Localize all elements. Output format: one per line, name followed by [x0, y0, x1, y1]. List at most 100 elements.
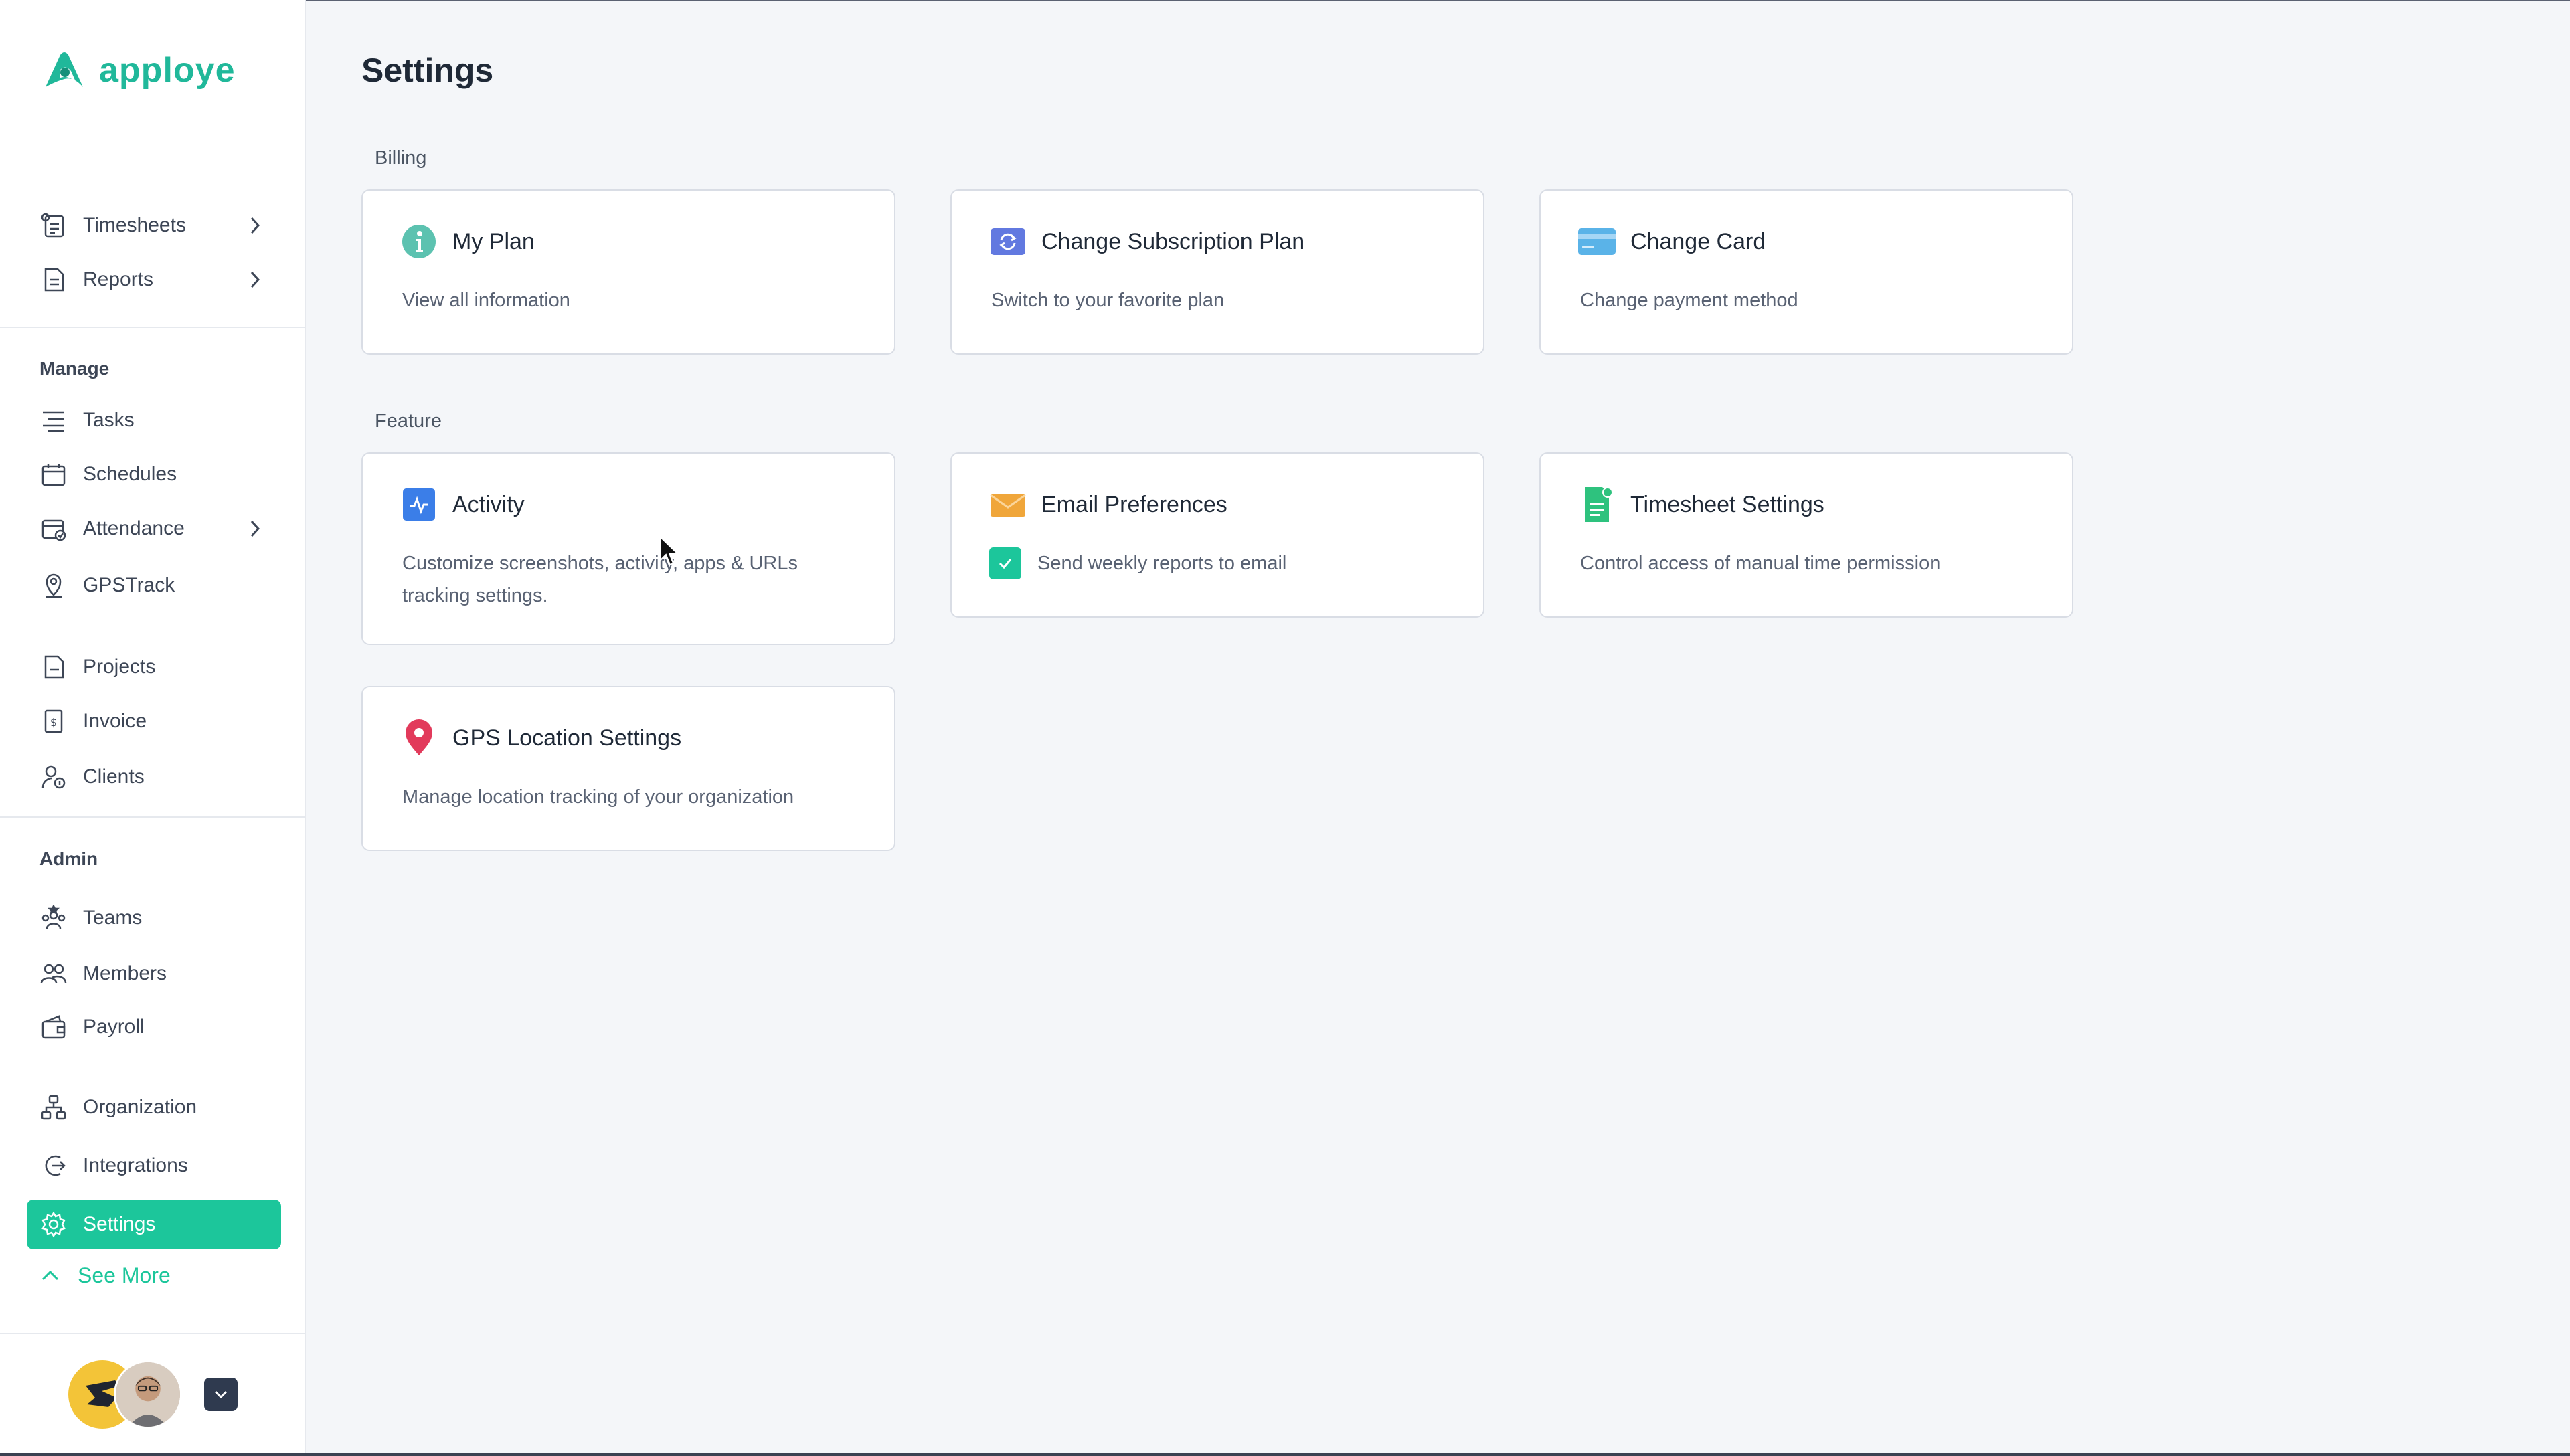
sidebar-item-label: Teams [83, 907, 143, 929]
see-more-link[interactable]: See More [39, 1263, 171, 1288]
card-description: Change payment method [1580, 290, 1798, 311]
location-pin-icon [400, 719, 438, 757]
sidebar-item-members[interactable]: Members [27, 949, 281, 998]
timesheet-doc-icon [1578, 486, 1616, 523]
user-avatar[interactable] [114, 1360, 182, 1429]
sidebar-item-gpstrack[interactable]: GPSTrack [27, 561, 281, 610]
workspace-dropdown-button[interactable] [204, 1378, 238, 1411]
mouse-cursor-icon [659, 535, 679, 566]
teams-icon [39, 903, 68, 933]
sidebar-footer-divider [0, 1333, 306, 1334]
window-bottom-border [0, 1453, 2570, 1456]
sidebar-item-payroll[interactable]: Payroll [27, 1002, 281, 1052]
sidebar-item-tasks[interactable]: Tasks [27, 395, 281, 445]
card-description: Switch to your favorite plan [991, 290, 1225, 311]
mail-icon [989, 486, 1027, 523]
card-description: View all information [402, 290, 570, 311]
sidebar-item-label: Attendance [83, 517, 185, 539]
card-title: Change Card [1630, 228, 1766, 254]
sidebar-item-teams[interactable]: Teams [27, 893, 281, 943]
refresh-icon [989, 223, 1027, 260]
section-label-admin: Admin [39, 848, 98, 869]
sidebar-item-schedules[interactable]: Schedules [27, 450, 281, 499]
activity-icon [400, 486, 438, 523]
sidebar-item-label: Settings [83, 1213, 156, 1235]
gps-pin-icon [39, 571, 68, 600]
sidebar-item-label: Timesheets [83, 214, 186, 236]
sidebar: apploye Timesheets Reports Manage Tasks … [0, 0, 306, 1456]
sidebar-item-label: Invoice [83, 710, 147, 732]
sidebar-item-settings[interactable]: Settings [27, 1200, 281, 1249]
calendar-icon [39, 460, 68, 489]
wallet-icon [39, 1012, 68, 1042]
checkmark-icon [999, 559, 1012, 569]
section-label-manage: Manage [39, 358, 110, 379]
group-label-billing: Billing [375, 147, 427, 169]
organization-icon [39, 1093, 68, 1122]
timesheet-icon [39, 211, 68, 240]
user-photo-icon [116, 1362, 180, 1427]
sidebar-item-label: Integrations [83, 1154, 188, 1176]
card-description: Customize screenshots, activity, apps & … [402, 553, 798, 606]
chevron-right-icon [250, 520, 260, 537]
card-title: Timesheet Settings [1630, 491, 1824, 517]
credit-card-icon [1578, 223, 1616, 260]
clients-icon [39, 762, 68, 792]
card-activity[interactable]: Activity Customize screenshots, activity… [361, 452, 895, 645]
group-label-feature: Feature [375, 410, 442, 432]
see-more-label: See More [78, 1263, 171, 1287]
sidebar-item-label: Reports [83, 268, 154, 290]
brand-logo[interactable]: apploye [40, 50, 236, 91]
invoice-icon: $ [39, 707, 68, 736]
card-title: GPS Location Settings [452, 725, 682, 751]
sidebar-item-clients[interactable]: Clients [27, 752, 281, 802]
chevron-right-icon [250, 271, 260, 288]
members-icon [39, 959, 68, 988]
email-weekly-report-option: Send weekly reports to email [989, 547, 1286, 579]
card-change-subscription-plan[interactable]: Change Subscription Plan Switch to your … [950, 189, 1484, 355]
sidebar-divider [0, 816, 306, 818]
apploye-logo-icon [46, 52, 83, 87]
sidebar-item-label: Members [83, 962, 167, 984]
chevron-up-icon [41, 1270, 59, 1280]
window-top-border [0, 0, 2570, 1]
tasks-icon [39, 405, 68, 435]
card-description: Send weekly reports to email [1037, 552, 1287, 574]
sidebar-item-projects[interactable]: Projects [27, 642, 281, 692]
card-timesheet-settings[interactable]: Timesheet Settings Control access of man… [1539, 452, 2073, 618]
chevron-down-icon [214, 1390, 228, 1399]
sidebar-item-label: Payroll [83, 1016, 145, 1038]
info-icon [400, 223, 438, 260]
svg-text:$: $ [50, 716, 57, 729]
sidebar-item-integrations[interactable]: Integrations [27, 1141, 281, 1190]
sidebar-item-organization[interactable]: Organization [27, 1083, 281, 1132]
sidebar-item-attendance[interactable]: Attendance [27, 504, 281, 553]
card-title: Activity [452, 491, 525, 517]
card-my-plan[interactable]: My Plan View all information [361, 189, 895, 355]
sidebar-divider [0, 327, 306, 328]
integrations-icon [39, 1151, 68, 1180]
sidebar-item-reports[interactable]: Reports [27, 255, 281, 304]
sidebar-item-timesheets[interactable]: Timesheets [27, 201, 281, 250]
sidebar-item-invoice[interactable]: $ Invoice [27, 697, 281, 746]
card-change-card[interactable]: Change Card Change payment method [1539, 189, 2073, 355]
sidebar-item-label: Schedules [83, 463, 177, 485]
card-email-preferences[interactable]: Email Preferences Send weekly reports to… [950, 452, 1484, 618]
weekly-report-checkbox[interactable] [989, 547, 1021, 579]
project-icon [39, 652, 68, 682]
card-title: Change Subscription Plan [1041, 228, 1305, 254]
sidebar-item-label: Organization [83, 1096, 197, 1118]
page-title: Settings [361, 52, 494, 89]
sidebar-item-label: Clients [83, 765, 145, 788]
brand-name: apploye [99, 51, 236, 90]
sidebar-item-label: Projects [83, 656, 156, 678]
gear-icon [39, 1210, 68, 1239]
card-description: Manage location tracking of your organiz… [402, 786, 794, 808]
chevron-right-icon [250, 217, 260, 234]
report-icon [39, 265, 68, 294]
card-gps-location-settings[interactable]: GPS Location Settings Manage location tr… [361, 686, 895, 851]
card-title: Email Preferences [1041, 491, 1227, 517]
card-description: Control access of manual time permission [1580, 553, 1941, 574]
sidebar-item-label: Tasks [83, 409, 135, 431]
card-title: My Plan [452, 228, 535, 254]
